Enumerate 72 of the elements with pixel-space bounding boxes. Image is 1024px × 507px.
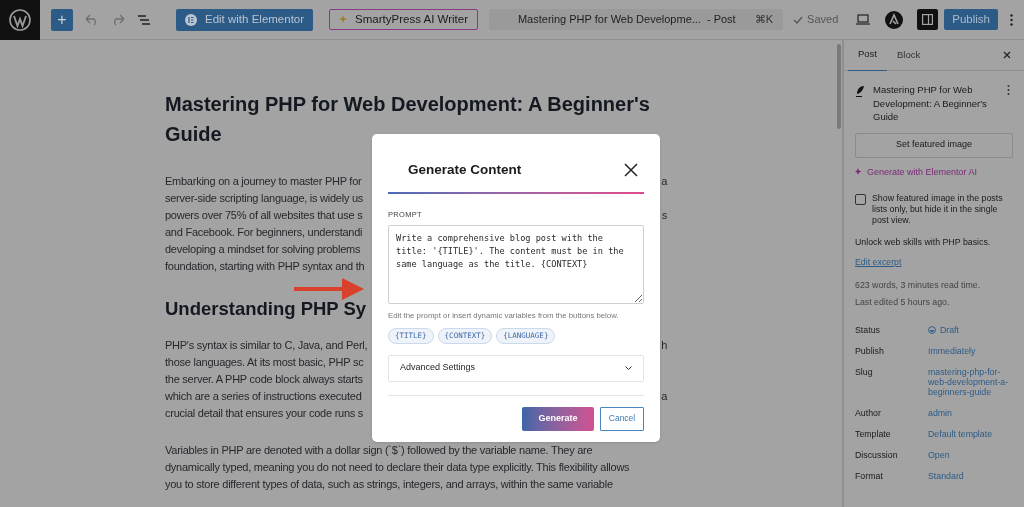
list-view-icon[interactable] bbox=[137, 13, 151, 26]
section-heading: Understanding PHP Sy bbox=[165, 297, 367, 321]
paragraph-text: those languages. At its most basic, PHP sc bbox=[165, 355, 364, 371]
paragraph-text: developing a mindset for solving problems bbox=[165, 242, 361, 258]
field-value[interactable]: Open bbox=[928, 449, 1013, 460]
more-options-icon[interactable] bbox=[1010, 13, 1013, 26]
paragraph-text: the server. A PHP code block always starts bbox=[165, 372, 363, 388]
post-title: Mastering PHP for Web Development: A Beginner's Guide bbox=[165, 92, 651, 147]
dialog-title: Generate Content bbox=[408, 161, 522, 179]
paragraph-text: dynamically typed, meaning you do not need to declare their data type explicitly. This flexibility allows bbox=[165, 460, 630, 476]
paragraph-text: which are a series of instructions executed bbox=[165, 389, 362, 405]
sidebar-tab[interactable]: Block bbox=[887, 40, 931, 71]
quill-icon bbox=[855, 85, 865, 97]
close-icon[interactable] bbox=[624, 163, 638, 178]
field-label: Publish bbox=[855, 345, 885, 356]
paragraph-text: h bbox=[661, 338, 667, 354]
checkbox-label: Show featured image in the posts lists only, but hide it in the single post view. bbox=[872, 193, 1004, 226]
paragraph-text: you to store different types of data, such as strings, integers, and arrays, within the same variable bbox=[165, 477, 613, 493]
check-icon bbox=[793, 15, 804, 24]
generate-button[interactable]: Generate bbox=[522, 406, 594, 431]
post-stats-text: 623 words, 3 minutes read time. bbox=[855, 279, 982, 293]
checkbox[interactable] bbox=[855, 194, 866, 205]
field-label: Slug bbox=[855, 366, 874, 377]
settings-toggle-button[interactable] bbox=[917, 9, 939, 30]
paragraph-text: powers over 75% of all websites that use s bbox=[165, 208, 363, 224]
field-value[interactable]: admin bbox=[928, 407, 1013, 418]
field-label: Author bbox=[855, 407, 882, 418]
status-icon bbox=[928, 324, 936, 335]
post-title-text: Mastering PHP for Web Development: A Beginner's Guide bbox=[873, 83, 988, 124]
paragraph-text: a bbox=[661, 174, 667, 190]
advanced-settings-accordion[interactable]: Advanced Settings bbox=[388, 354, 644, 382]
field-value[interactable]: Default template bbox=[928, 428, 1013, 439]
sparkle-icon bbox=[855, 168, 863, 177]
paragraph-text: server-side scripting language, is widely us bbox=[165, 191, 364, 207]
field-label: Template bbox=[855, 428, 892, 439]
sidebar-tab[interactable]: Post bbox=[848, 40, 887, 71]
field-label: Format bbox=[855, 470, 884, 481]
paragraph-text: foundation, starting with PHP syntax and th bbox=[165, 259, 365, 275]
field-value[interactable]: mastering-php-for-web-development-a-beginners-guide bbox=[928, 366, 1013, 397]
elementor-logo-icon bbox=[185, 13, 197, 26]
edit-excerpt-link[interactable]: Edit excerpt bbox=[855, 256, 902, 270]
paragraph-text: PHP's syntax is similar to C, Java, and Perl, bbox=[165, 338, 368, 354]
field-label: Discussion bbox=[855, 449, 899, 460]
add-block-button[interactable]: + bbox=[51, 8, 73, 31]
astra-logo-icon[interactable] bbox=[885, 10, 904, 29]
cancel-button[interactable]: Cancel bbox=[600, 406, 644, 431]
paragraph-text: crucial detail that ensures your code runs s bbox=[165, 406, 364, 422]
paragraph-text: s bbox=[661, 208, 667, 224]
more-options-icon[interactable] bbox=[1007, 85, 1010, 95]
command-bar[interactable]: Mastering PHP for Web Developme... - Post ⌘K bbox=[488, 9, 783, 30]
prompt-field[interactable]: Write a comprehensive blog post with the title: '{TITLE}'. The content must be in the same language as the title. {CONTEXT} bbox=[388, 225, 644, 304]
field-value[interactable]: Draft bbox=[939, 324, 1013, 335]
excerpt-text: Unlock web skills with PHP basics. bbox=[855, 236, 992, 249]
close-icon[interactable] bbox=[1003, 51, 1011, 59]
arrow-icon bbox=[294, 277, 364, 301]
sidebar-panel-icon bbox=[922, 14, 934, 25]
desktop-preview-icon[interactable] bbox=[856, 14, 871, 25]
elementor-ai-link[interactable]: Generate with Elementor AI bbox=[867, 165, 978, 179]
edit-with-elementor-button[interactable]: Edit with Elementor bbox=[176, 8, 314, 31]
publish-button[interactable]: Publish bbox=[944, 9, 998, 30]
saved-status: Saved bbox=[807, 12, 839, 28]
paragraph-text: Embarking on a journey to master PHP for bbox=[165, 174, 362, 190]
wordpress-logo[interactable] bbox=[0, 0, 40, 40]
ai-writer-button[interactable]: SmartyPress AI Writer bbox=[329, 9, 478, 30]
paragraph-text: a bbox=[661, 389, 667, 405]
set-featured-image-button[interactable]: Set featured image bbox=[855, 132, 1013, 158]
paragraph-text: Variables in PHP are denoted with a dollar sign (`$`) followed by the variable name. They are bbox=[165, 443, 593, 459]
field-value[interactable]: Standard bbox=[928, 470, 1013, 481]
field-value[interactable]: Immediately bbox=[928, 345, 1013, 356]
post-stats-text: Last edited 5 hours ago. bbox=[855, 295, 951, 309]
field-label: Status bbox=[855, 324, 881, 335]
paragraph-text: and Facebook. For beginners, understandi bbox=[165, 225, 363, 241]
